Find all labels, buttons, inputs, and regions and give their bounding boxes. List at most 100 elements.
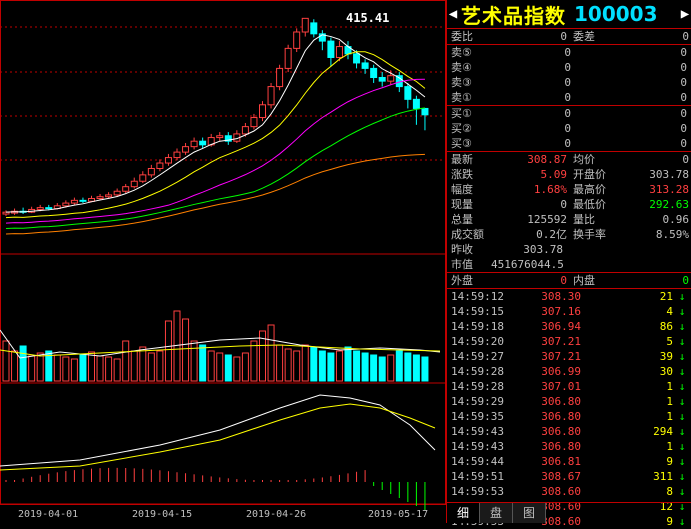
weibi-label: 委比 [451,30,473,43]
candle-body [173,151,181,159]
candle-body [327,40,335,58]
tick-row[interactable]: 14:59:43 306.80 294 ↓ [447,424,691,439]
kline-chart-area[interactable]: 415.41 2019-04-01 2019-04-15 2019-04-26 201… [0,0,446,523]
volume-bar [70,358,78,382]
kline-chart[interactable]: 415.41 2019-04-01 2019-04-15 2019-04-26 201… [0,0,446,523]
sell-orderbook: 卖⑤ 0 0 卖④ 0 0 卖③ 0 0 卖① 0 0 [447,45,691,106]
tab-book[interactable]: 盘 [480,503,513,523]
volume-bar [216,352,224,382]
sell-volume: 0 [680,76,687,89]
volume-bar [335,350,343,382]
tick-row[interactable]: 14:59:43 306.80 1 ↓ [447,439,691,454]
ma-line [5,34,426,213]
tick-time: 14:59:28 [451,365,504,378]
tab-chart[interactable]: 图 [513,503,546,523]
volume-bar [370,354,378,382]
tick-row[interactable]: 14:59:28 306.99 30 ↓ [447,364,691,379]
tick-volume: 9 [666,455,673,468]
quote-label: 最新 [451,153,473,166]
tick-row[interactable]: 14:59:53 308.60 8 ↓ [447,484,691,499]
volume-bar [404,352,412,382]
buy-row[interactable]: 买① 0 0 [447,106,691,121]
tick-volume: 5 [666,335,673,348]
tick-row[interactable]: 14:59:44 306.81 9 ↓ [447,454,691,469]
volume-bar [199,344,207,382]
sell-row[interactable]: 卖③ 0 0 [447,75,691,90]
prev-arrow-icon[interactable]: ◀ [447,6,459,22]
tick-time: 14:59:12 [451,290,504,303]
down-arrow-icon: ↓ [678,350,686,363]
tick-price: 306.80 [541,395,581,408]
candle-body [139,174,147,182]
down-arrow-icon: ↓ [678,455,686,468]
volume-bar [164,320,172,382]
tick-price: 306.94 [541,320,581,333]
volume-bar [2,340,10,382]
shizhi-value: 451676044.5 [491,258,564,271]
tick-row[interactable]: 14:59:35 306.80 1 ↓ [447,409,691,424]
volume-bar [28,355,36,382]
volume-bar [318,350,326,382]
volume-bar [113,358,121,382]
buy-row[interactable]: 买② 0 0 [447,121,691,136]
tick-price: 306.80 [541,440,581,453]
tab-detail[interactable]: 细 [447,503,480,523]
candle-body [250,117,258,128]
volume-bar [96,355,104,382]
tick-time: 14:59:28 [451,380,504,393]
candle-body [335,46,343,58]
tick-time: 14:59:29 [451,395,504,408]
quote-label: 开盘价 [573,168,606,181]
candle-body [378,77,386,82]
tick-time: 14:59:43 [451,425,504,438]
index-code: 100003 [574,2,658,26]
buy-row[interactable]: 买③ 0 0 [447,136,691,151]
weicha-label: 委差 [573,30,595,43]
candle-body [310,22,318,35]
tick-list[interactable]: 14:59:12 308.30 21 ↓ 14:59:15 307.16 4 ↓ 14:59:1… [447,289,691,529]
down-arrow-icon: ↓ [678,470,686,483]
tick-price: 307.16 [541,305,581,318]
volume-bar [412,354,420,382]
tick-row[interactable]: 14:59:27 307.21 39 ↓ [447,349,691,364]
tick-price: 306.81 [541,455,581,468]
volume-bar [421,356,429,382]
candle-body [241,126,249,135]
tick-time: 14:59:43 [451,440,504,453]
tick-row[interactable]: 14:59:29 306.80 1 ↓ [447,394,691,409]
tick-volume: 311 [653,470,673,483]
candle-body [387,75,395,82]
tick-volume: 1 [666,440,673,453]
tick-row[interactable]: 14:59:12 308.30 21 ↓ [447,289,691,304]
buy-price: 0 [564,107,571,120]
quote-row: 幅度 1.68% 最高价 313.28 [447,182,691,197]
volume-bar [224,354,232,382]
tick-row[interactable]: 14:59:18 306.94 86 ↓ [447,319,691,334]
tick-price: 306.80 [541,425,581,438]
volume-bar [139,346,147,382]
candle-body [70,199,78,204]
candle-body [421,107,429,116]
tick-row[interactable]: 14:59:15 307.16 4 ↓ [447,304,691,319]
volume-bar [207,350,215,382]
tick-time: 14:59:53 [451,485,504,498]
volume-bar [284,348,292,382]
sell-level-label: 卖⑤ [451,46,472,59]
volume-bar [310,346,318,382]
sell-row[interactable]: 卖④ 0 0 [447,60,691,75]
quote-row: 成交额 0.2亿 换手率 8.59% [447,227,691,242]
zuoshou-value: 303.78 [523,243,563,256]
volume-bar [301,344,309,382]
tick-volume: 8 [666,485,673,498]
tick-price: 307.21 [541,350,581,363]
tick-row[interactable]: 14:59:20 307.21 5 ↓ [447,334,691,349]
buy-volume: 0 [680,137,687,150]
sell-row[interactable]: 卖⑤ 0 0 [447,45,691,60]
tick-row[interactable]: 14:59:51 308.67 311 ↓ [447,469,691,484]
sell-row[interactable]: 卖① 0 0 [447,90,691,105]
candle-body [79,199,87,202]
next-arrow-icon[interactable]: ▶ [679,6,691,22]
candle-body [361,62,369,69]
buy-level-label: 买② [451,122,472,135]
tick-row[interactable]: 14:59:28 307.01 1 ↓ [447,379,691,394]
